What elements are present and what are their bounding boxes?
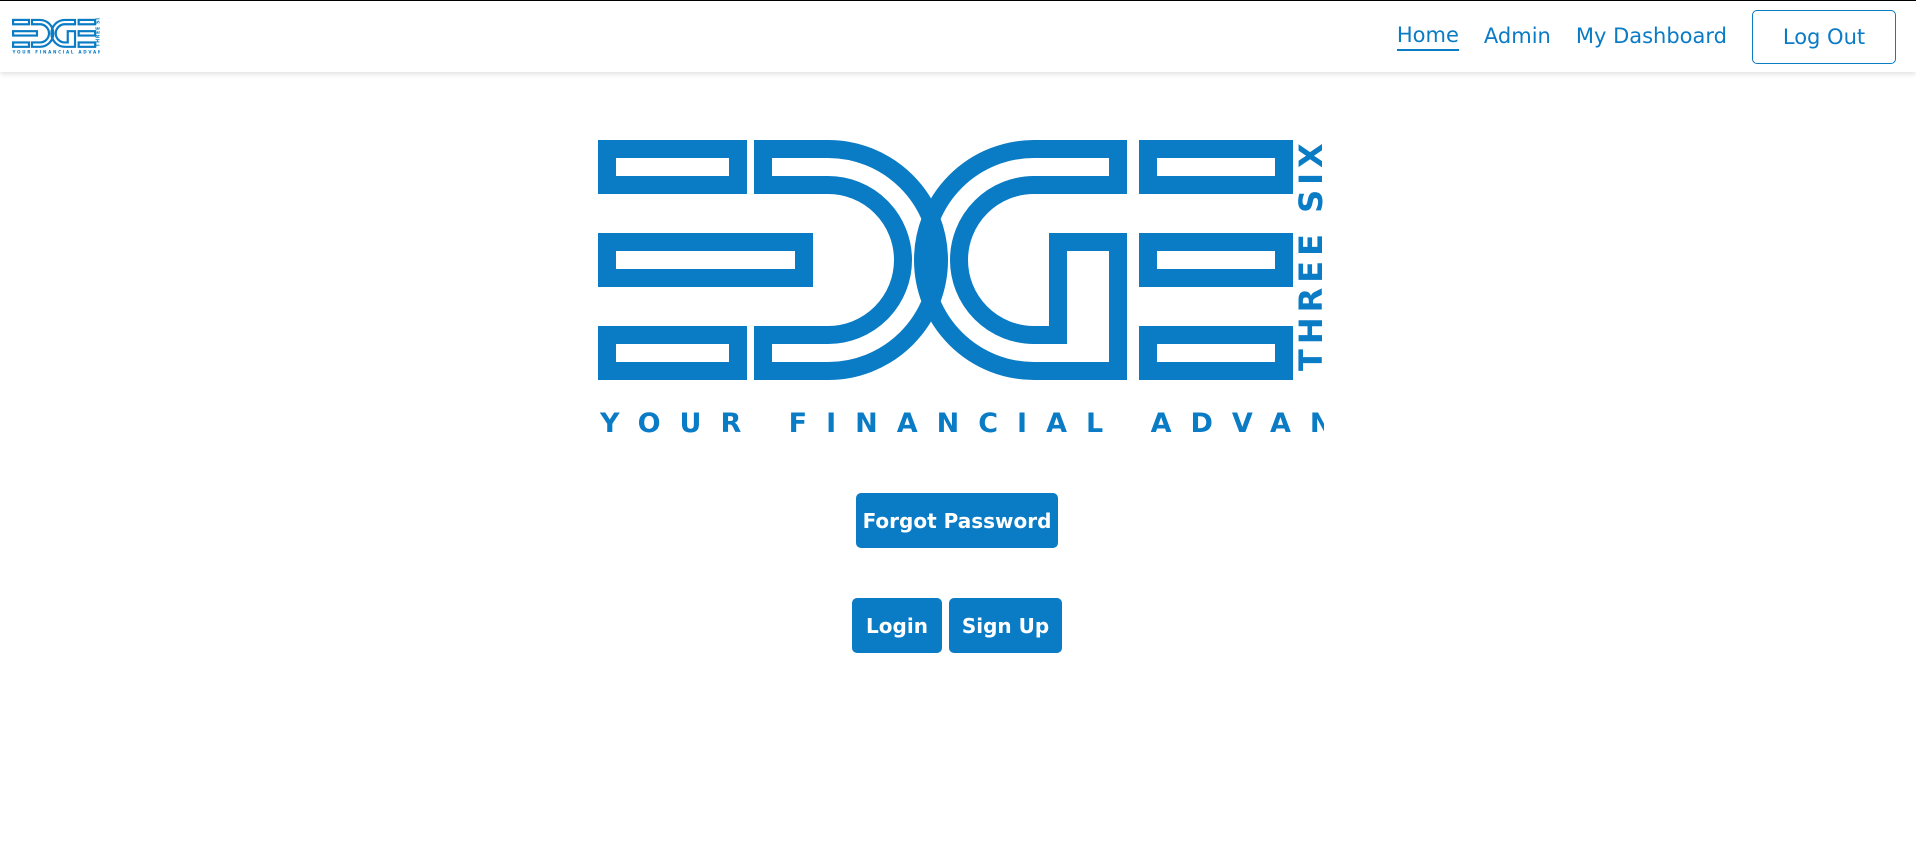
nav-admin-link[interactable]: Admin bbox=[1484, 24, 1551, 50]
logo-e2-top-bar bbox=[1139, 140, 1293, 194]
logo-e-bottom-bar bbox=[598, 326, 747, 380]
signup-button[interactable]: Sign Up bbox=[949, 598, 1062, 653]
navbar: THREE SIXTY YOUR FINANCIAL ADVANTAGE Hom… bbox=[0, 1, 1916, 72]
logo-g-shape bbox=[914, 140, 1127, 380]
edge-logo-small[interactable]: THREE SIXTY YOUR FINANCIAL ADVANTAGE bbox=[12, 17, 100, 57]
logo-e-top-bar bbox=[598, 140, 747, 194]
logo-side-text: THREE SIXTY bbox=[1292, 140, 1324, 371]
logo-d-shape bbox=[754, 140, 948, 380]
logout-button[interactable]: Log Out bbox=[1752, 10, 1896, 64]
logo-e-mid-bar bbox=[598, 233, 813, 287]
login-button[interactable]: Login bbox=[852, 598, 942, 653]
logo-letters bbox=[598, 140, 1293, 380]
nav-dashboard-link[interactable]: My Dashboard bbox=[1576, 24, 1727, 50]
forgot-password-button[interactable]: Forgot Password bbox=[856, 493, 1058, 548]
nav-logo-tagline: YOUR FINANCIAL ADVANTAGE bbox=[12, 50, 100, 55]
nav-home-link[interactable]: Home bbox=[1396, 23, 1459, 51]
nav-links: Home Admin My Dashboard Log Out bbox=[1396, 9, 1896, 65]
logo-e2-mid-bar bbox=[1139, 233, 1293, 287]
edge-logo-hero: THREE SIXTY YOUR FINANCIAL ADVANTAGE bbox=[598, 140, 1324, 439]
logo-tagline: YOUR FINANCIAL ADVANTAGE bbox=[599, 408, 1324, 439]
logo-e2-bottom-bar bbox=[1139, 326, 1293, 380]
